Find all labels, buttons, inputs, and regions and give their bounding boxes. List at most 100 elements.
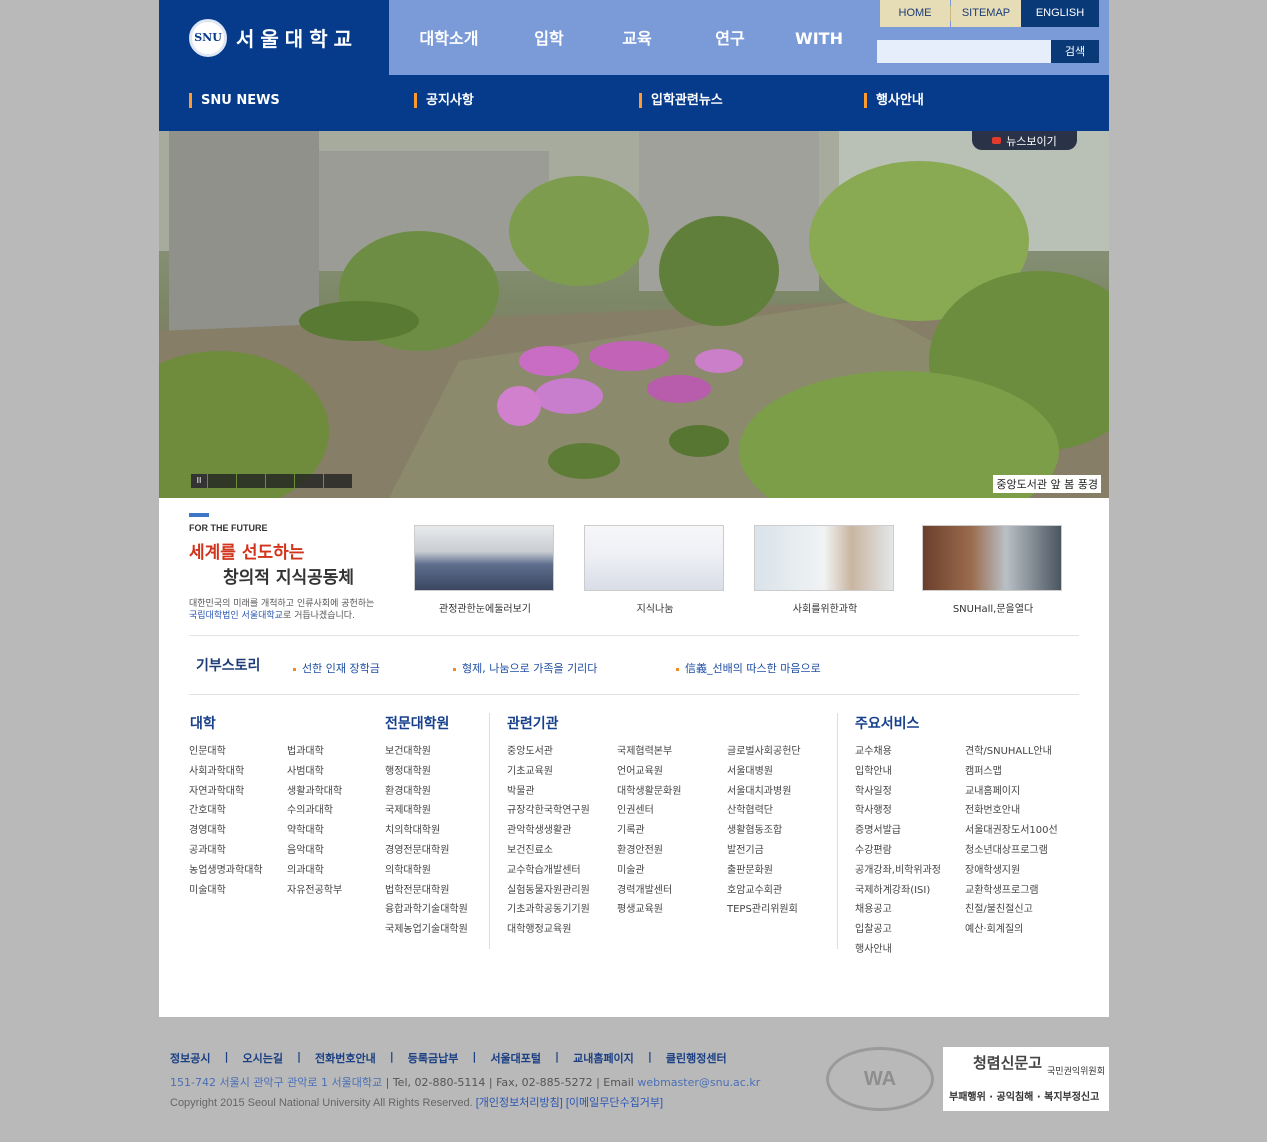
college-link[interactable]: 자유전공학부 — [287, 881, 342, 901]
college-link[interactable]: 농업생명과학대학 — [189, 861, 263, 881]
related-link[interactable]: 기초교육원 — [507, 762, 590, 782]
related-link[interactable]: 서울대치과병원 — [727, 782, 801, 802]
service-link[interactable]: 장애학생지원 — [965, 861, 1058, 881]
thumb-knowledge-sharing[interactable]: 지식나눔 — [584, 525, 726, 615]
grad-link[interactable]: 환경대학원 — [385, 782, 468, 802]
logo[interactable]: SNU 서울대학교 — [159, 0, 389, 75]
slide-dot[interactable] — [266, 474, 294, 488]
related-link[interactable]: 실험동물자원관리원 — [507, 881, 590, 901]
thumb-library[interactable]: 관정관한눈에둘러보기 — [414, 525, 556, 615]
college-link[interactable]: 수의과대학 — [287, 801, 342, 821]
english-link[interactable]: ENGLISH — [1021, 0, 1099, 27]
college-link[interactable]: 자연과학대학 — [189, 782, 263, 802]
service-link[interactable]: 증명서발급 — [855, 821, 941, 841]
grad-link[interactable]: 행정대학원 — [385, 762, 468, 782]
service-link[interactable]: 공개강좌,비학위과정 — [855, 861, 941, 881]
service-link[interactable]: 친절/불친절신고 — [965, 900, 1058, 920]
service-link[interactable]: 견학/SNUHALL안내 — [965, 742, 1058, 762]
footer-link[interactable]: 서울대포털 — [490, 1050, 541, 1066]
clean-report-banner[interactable]: 청렴신문고 국민권익위원회 부패행위 · 공익침해 · 복지부정신고 — [943, 1047, 1109, 1111]
related-link[interactable]: 경력개발센터 — [617, 881, 681, 901]
footer-link[interactable]: 정보공시 — [170, 1050, 210, 1066]
service-link[interactable]: 서울대권장도서100선 — [965, 821, 1058, 841]
thumb-snuhall[interactable]: SNUHall,문을열다 — [922, 525, 1064, 615]
college-link[interactable]: 의과대학 — [287, 861, 342, 881]
related-link[interactable]: 관악학생생활관 — [507, 821, 590, 841]
tab-notices[interactable]: 공지사항 — [414, 93, 474, 108]
slide-dot[interactable] — [324, 474, 352, 488]
gnb-item-research[interactable]: 연구 — [685, 0, 775, 75]
gnb-item-about[interactable]: 대학소개 — [389, 0, 509, 75]
donation-link[interactable]: 형제, 나눔으로 가족을 기리다 — [453, 660, 597, 676]
related-link[interactable]: 기초과학공동기기원 — [507, 900, 590, 920]
slide-dot[interactable] — [208, 474, 236, 488]
related-link[interactable]: 국제협력본부 — [617, 742, 681, 762]
grad-link[interactable]: 보건대학원 — [385, 742, 468, 762]
related-link[interactable]: 대학행정교육원 — [507, 920, 590, 940]
footer-link[interactable]: 전화번호안내 — [315, 1050, 376, 1066]
service-link[interactable]: 입학안내 — [855, 762, 941, 782]
service-link[interactable]: 청소년대상프로그램 — [965, 841, 1058, 861]
college-link[interactable]: 생활과학대학 — [287, 782, 342, 802]
service-link[interactable]: 학사일정 — [855, 782, 941, 802]
gnb-item-with-snu[interactable]: WITH SNU — [775, 0, 863, 126]
related-link[interactable]: 박물관 — [507, 782, 590, 802]
grad-link[interactable]: 의학대학원 — [385, 861, 468, 881]
pause-button[interactable]: II — [191, 474, 207, 488]
related-link[interactable]: 환경안전원 — [617, 841, 681, 861]
footer-link[interactable]: 교내홈페이지 — [573, 1050, 634, 1066]
college-link[interactable]: 음악대학 — [287, 841, 342, 861]
grad-link[interactable]: 국제농업기술대학원 — [385, 920, 468, 940]
college-link[interactable]: 사회과학대학 — [189, 762, 263, 782]
home-link[interactable]: HOME — [880, 0, 950, 27]
related-link[interactable]: 글로벌사회공헌단 — [727, 742, 801, 762]
service-link[interactable]: 학사행정 — [855, 801, 941, 821]
related-link[interactable]: 평생교육원 — [617, 900, 681, 920]
related-link[interactable]: 발전기금 — [727, 841, 801, 861]
service-link[interactable]: 캠퍼스맵 — [965, 762, 1058, 782]
related-link[interactable]: 규장각한국학연구원 — [507, 801, 590, 821]
donation-link[interactable]: 선한 인재 장학금 — [293, 660, 380, 676]
news-toggle-button[interactable]: 뉴스보이기 — [972, 131, 1077, 150]
grad-link[interactable]: 경영전문대학원 — [385, 841, 468, 861]
related-link[interactable]: 생활협동조합 — [727, 821, 801, 841]
hero-banner[interactable]: 뉴스보이기 중앙도서관 앞 봄 풍경 II — [159, 131, 1109, 498]
search-input[interactable] — [877, 40, 1051, 63]
related-link[interactable]: 미술관 — [617, 861, 681, 881]
college-link[interactable]: 약학대학 — [287, 821, 342, 841]
college-link[interactable]: 인문대학 — [189, 742, 263, 762]
slide-dot[interactable] — [237, 474, 265, 488]
tab-admission-news[interactable]: 입학관련뉴스 — [639, 93, 723, 108]
related-link[interactable]: 기록관 — [617, 821, 681, 841]
college-link[interactable]: 법과대학 — [287, 742, 342, 762]
service-link[interactable]: 전화번호안내 — [965, 801, 1058, 821]
gnb-item-admission[interactable]: 입학 — [509, 0, 589, 75]
service-link[interactable]: 채용공고 — [855, 900, 941, 920]
service-link[interactable]: 교수채용 — [855, 742, 941, 762]
related-link[interactable]: 언어교육원 — [617, 762, 681, 782]
donation-link[interactable]: 信義_선배의 따스한 마음으로 — [676, 660, 821, 676]
service-link[interactable]: 입찰공고 — [855, 920, 941, 940]
service-link[interactable]: 수강편람 — [855, 841, 941, 861]
grad-link[interactable]: 국제대학원 — [385, 801, 468, 821]
footer-link[interactable]: 오시는길 — [243, 1050, 283, 1066]
thumb-science[interactable]: 사회를위한과학 — [754, 525, 896, 615]
tab-snu-news[interactable]: SNU NEWS — [189, 93, 280, 108]
footer-link[interactable]: 클린행정센터 — [666, 1050, 727, 1066]
service-link[interactable]: 교환학생프로그램 — [965, 881, 1058, 901]
related-link[interactable]: 교수학습개발센터 — [507, 861, 590, 881]
grad-link[interactable]: 치의학대학원 — [385, 821, 468, 841]
grad-link[interactable]: 법학전문대학원 — [385, 881, 468, 901]
related-link[interactable]: 출판문화원 — [727, 861, 801, 881]
service-link[interactable]: 교내홈페이지 — [965, 782, 1058, 802]
search-button[interactable]: 검색 — [1051, 40, 1099, 63]
service-link[interactable]: 행사안내 — [855, 940, 941, 960]
service-link[interactable]: 예산·회계질의 — [965, 920, 1058, 940]
related-link[interactable]: 인권센터 — [617, 801, 681, 821]
related-link[interactable]: 대학생활문화원 — [617, 782, 681, 802]
service-link[interactable]: 국제하계강좌(ISI) — [855, 881, 941, 901]
college-link[interactable]: 공과대학 — [189, 841, 263, 861]
college-link[interactable]: 사범대학 — [287, 762, 342, 782]
college-link[interactable]: 미술대학 — [189, 881, 263, 901]
related-link[interactable]: 호암교수회관 — [727, 881, 801, 901]
